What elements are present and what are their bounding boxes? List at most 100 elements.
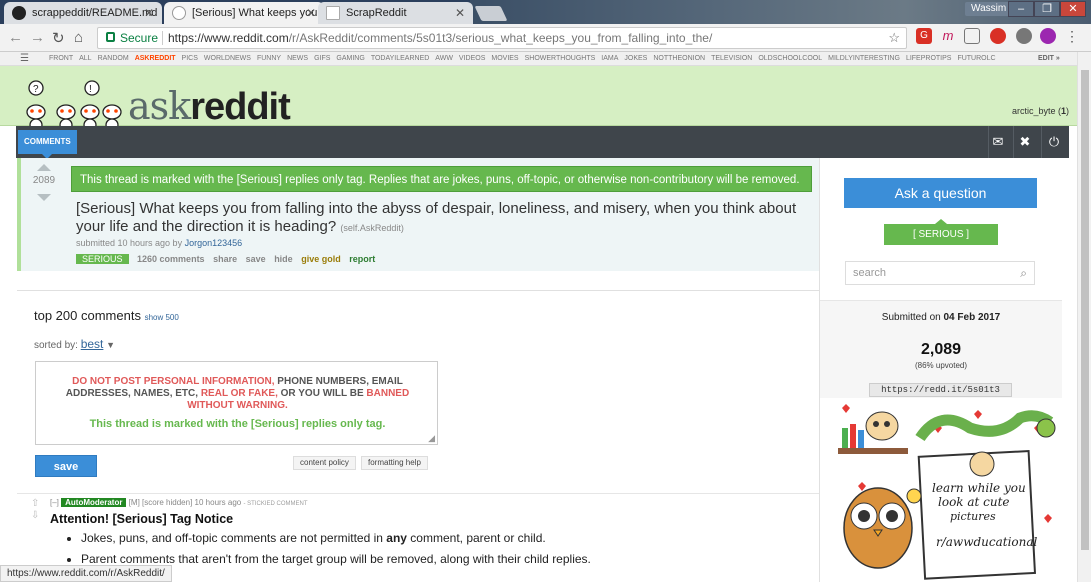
subreddit-header: ?! askreddit arctic_byte (1) — [0, 66, 1077, 132]
comment-meta: [–] AutoModerator [M] [score hidden] 10 … — [50, 498, 307, 507]
subreddit-link-front[interactable]: FRONT — [49, 55, 73, 62]
post-title-text[interactable]: [Serious] What keeps you from falling in… — [76, 200, 796, 235]
subreddit-link-worldnews[interactable]: WORLDNEWS — [204, 55, 251, 62]
karma: 1 — [1060, 106, 1066, 116]
ad-text-line1: learn while you — [932, 481, 1026, 495]
page-scrollbar[interactable] — [1077, 52, 1091, 582]
extension-shield-icon[interactable] — [1016, 28, 1032, 44]
bookmark-star-icon[interactable]: ☆ — [888, 28, 900, 48]
subreddit-link-television[interactable]: TELEVISION — [711, 55, 752, 62]
subreddit-logo[interactable]: askreddit — [128, 86, 291, 127]
maximize-button[interactable]: ❐ — [1034, 1, 1060, 17]
search-input[interactable]: search ⌕ — [845, 261, 1035, 285]
subreddit-link-movies[interactable]: MOVIES — [491, 55, 518, 62]
extension-colorful-icon[interactable] — [1040, 28, 1056, 44]
post-title[interactable]: [Serious] What keeps you from falling in… — [76, 200, 816, 237]
subreddit-link-gaming[interactable]: GAMING — [336, 55, 364, 62]
sort-dropdown[interactable]: best — [81, 337, 104, 351]
subreddit-link-aww[interactable]: AWW — [435, 55, 453, 62]
upvote-arrow-icon[interactable]: ⇧ — [31, 498, 39, 510]
show-500-link[interactable]: show 500 — [145, 313, 179, 322]
comments-link[interactable]: 1260 comments — [137, 254, 205, 264]
subreddit-link-news[interactable]: NEWS — [287, 55, 308, 62]
search-icon[interactable]: ⌕ — [1020, 262, 1027, 284]
back-arrow-icon[interactable]: ← — [8, 29, 23, 46]
subreddit-link-jokes[interactable]: JOKES — [624, 55, 647, 62]
comment-author[interactable]: AutoModerator — [61, 498, 127, 507]
url-text[interactable]: https://www.reddit.com/r/AskReddit/comme… — [168, 28, 712, 48]
subreddit-link-oldschoolcool[interactable]: OLDSCHOOLCOOL — [758, 55, 822, 62]
comment-textarea[interactable]: DO NOT POST PERSONAL INFORMATION, PHONE … — [35, 361, 438, 445]
forward-arrow-icon[interactable]: → — [30, 29, 45, 46]
divider — [1041, 126, 1042, 158]
subreddit-link-showerthoughts[interactable]: SHOWERTHOUGHTS — [525, 55, 596, 62]
resize-handle-icon[interactable]: ◢ — [428, 433, 435, 444]
subreddit-link-mildlyinteresting[interactable]: MILDLYINTERESTING — [828, 55, 900, 62]
shortlink-field[interactable]: https://redd.it/5s01t3 — [869, 383, 1012, 397]
share-link[interactable]: share — [213, 254, 237, 264]
subreddit-link-funny[interactable]: FUNNY — [257, 55, 281, 62]
chrome-menu-icon[interactable]: ⋮ — [1064, 28, 1080, 44]
extension-adblock-icon[interactable] — [990, 28, 1006, 44]
username[interactable]: arctic_byte — [1012, 106, 1056, 116]
status-bar-url: https://www.reddit.com/r/AskReddit/ — [0, 565, 172, 582]
tab-scrapreddit[interactable]: ScrapReddit ✕ — [318, 2, 473, 24]
save-link[interactable]: save — [246, 254, 266, 264]
home-icon[interactable]: ⌂ — [74, 29, 83, 46]
post-author-link[interactable]: Jorgon123456 — [185, 238, 243, 248]
downvote-arrow-icon[interactable]: ⇩ — [31, 510, 39, 522]
close-window-button[interactable]: ✕ — [1060, 1, 1086, 17]
extension-m-icon[interactable]: m — [940, 28, 956, 44]
rules-red-text: REAL OR FAKE, — [198, 388, 278, 399]
subreddit-link-pics[interactable]: PICS — [182, 55, 198, 62]
downvote-arrow-icon[interactable] — [37, 194, 51, 201]
subreddit-link-gifs[interactable]: GIFS — [314, 55, 330, 62]
address-bar[interactable]: Secure https://www.reddit.com/r/AskReddi… — [97, 27, 907, 49]
subreddit-link-nottheonion[interactable]: NOTTHEONION — [653, 55, 705, 62]
serious-button[interactable]: [ SERIOUS ] — [884, 219, 998, 245]
extension-red-icon[interactable]: G — [916, 28, 932, 44]
minimize-button[interactable]: – — [1008, 1, 1034, 17]
user-box[interactable]: arctic_byte (1) — [1012, 106, 1069, 116]
preferences-icon[interactable]: ✖ — [1014, 133, 1036, 151]
subreddit-link-lifeprotips[interactable]: LIFEPROTIPS — [906, 55, 952, 62]
mail-icon[interactable]: ✉ — [987, 133, 1009, 151]
hide-link[interactable]: hide — [274, 254, 293, 264]
extension-window-icon[interactable] — [964, 28, 980, 44]
profile-name[interactable]: Wassim — [965, 2, 1013, 16]
subreddit-link-askreddit[interactable]: ASKREDDIT — [135, 55, 176, 62]
upvote-arrow-icon[interactable] — [37, 164, 51, 171]
tab-serious-thread[interactable]: [Serious] What keeps you ✕ — [164, 2, 324, 24]
comment-rules: DO NOT POST PERSONAL INFORMATION, PHONE … — [46, 376, 429, 430]
content-policy-button[interactable]: content policy — [293, 456, 356, 470]
close-tab-icon[interactable]: ✕ — [144, 2, 154, 24]
scrollbar-thumb[interactable] — [1081, 70, 1089, 550]
post-domain[interactable]: (self.AskReddit) — [340, 223, 404, 233]
sidebar-ad-image[interactable]: learn while you look at cute pictures r/… — [824, 398, 1058, 582]
close-tab-icon[interactable]: ✕ — [455, 2, 465, 24]
tab-comments[interactable]: COMMENTS — [18, 130, 77, 159]
collapse-toggle[interactable]: [–] — [50, 498, 59, 507]
ask-a-question-button[interactable]: Ask a question — [844, 178, 1037, 208]
subreddit-link-todayilearned[interactable]: TODAYILEARNED — [371, 55, 429, 62]
hamburger-menu-icon[interactable]: ☰ — [20, 52, 29, 65]
post: 2089 This thread is marked with the [Ser… — [17, 158, 819, 271]
edit-subreddits-link[interactable]: EDIT » — [1038, 52, 1060, 65]
formatting-help-button[interactable]: formatting help — [361, 456, 428, 470]
save-button[interactable]: save — [35, 455, 97, 477]
logout-icon[interactable]: ⏻ — [1043, 133, 1065, 151]
subreddit-link-random[interactable]: RANDOM — [98, 55, 129, 62]
close-tab-icon[interactable]: ✕ — [306, 2, 316, 24]
bullet-text: comment, parent or child. — [406, 531, 546, 545]
subreddit-link-iama[interactable]: IAMA — [601, 55, 618, 62]
subreddit-link-videos[interactable]: VIDEOS — [459, 55, 485, 62]
reload-icon[interactable]: ↻ — [52, 29, 65, 47]
tab-github-readme[interactable]: scrappeddit/README.md ✕ — [4, 2, 162, 24]
report-link[interactable]: report — [349, 254, 375, 264]
chevron-down-icon[interactable]: ▼ — [106, 340, 115, 350]
subreddit-link-futurolc[interactable]: FUTUROLC — [957, 55, 995, 62]
top-comments-heading: top 200 comments show 500 — [34, 308, 179, 323]
search-placeholder: search — [853, 267, 887, 279]
subreddit-link-all[interactable]: ALL — [79, 55, 91, 62]
give-gold-link[interactable]: give gold — [301, 254, 341, 264]
